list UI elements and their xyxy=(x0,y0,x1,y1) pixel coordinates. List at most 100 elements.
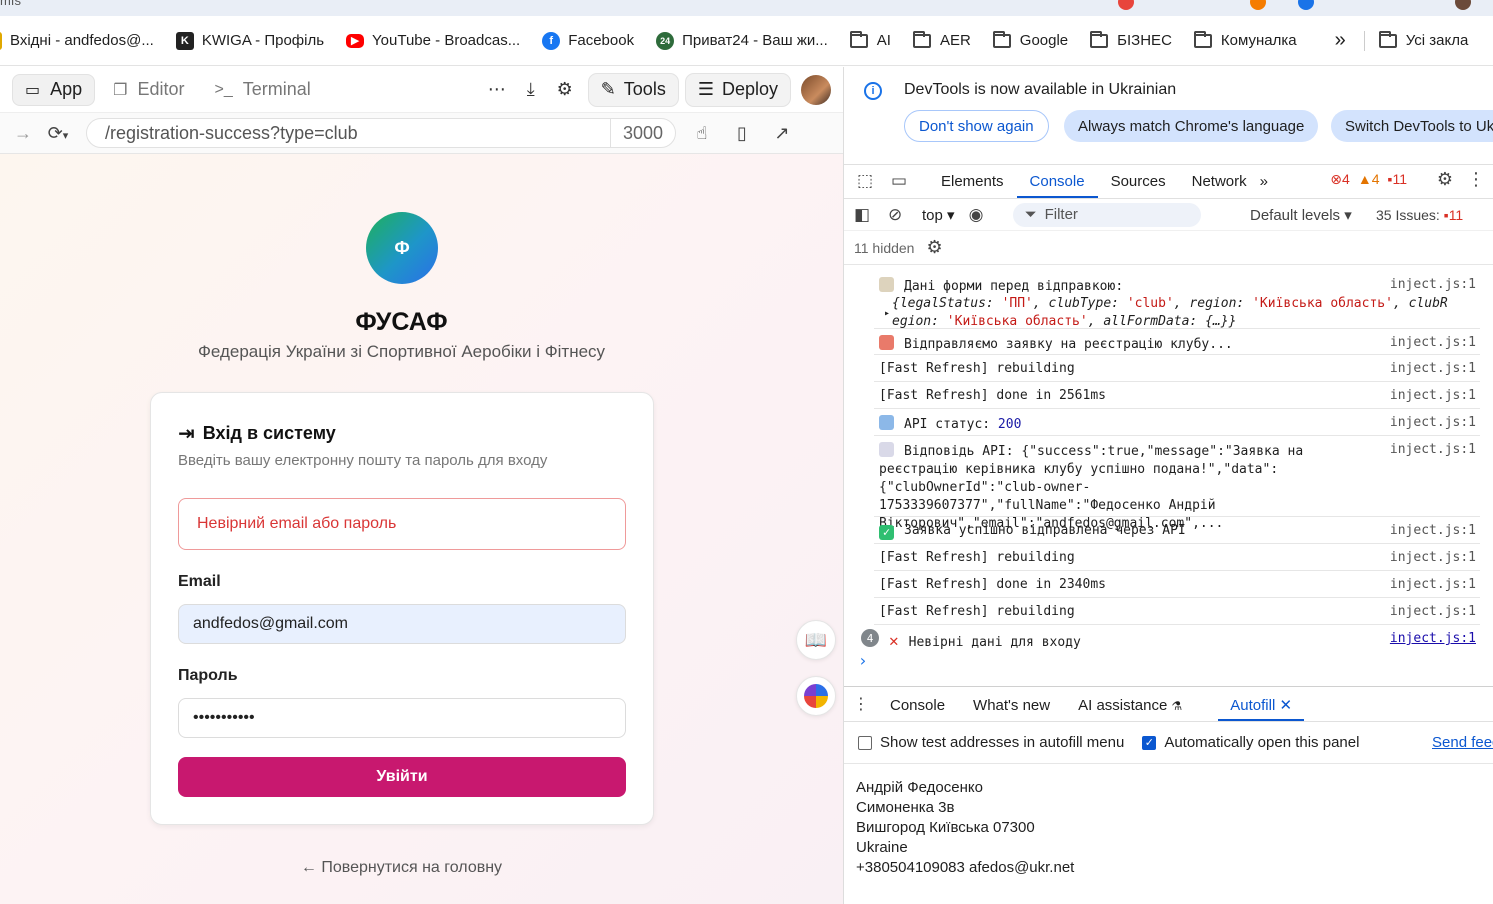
bookmarks-overflow-button[interactable]: » xyxy=(1335,29,1346,52)
close-icon[interactable]: ✕ xyxy=(1279,697,1292,714)
assistant-ball-icon[interactable] xyxy=(796,676,836,716)
download-icon[interactable]: ⤓ xyxy=(514,74,548,106)
console-message[interactable]: Відправляємо заявку на реєстрацію клубу.… xyxy=(874,329,1480,355)
gmail-icon xyxy=(0,31,2,50)
url-field[interactable]: /registration-success?type=club 3000 xyxy=(86,118,676,148)
object-preview[interactable]: ▸ {legalStatus: 'ПП', clubType: 'club', … xyxy=(884,295,1484,331)
console-filter-input[interactable]: ⏷ Filter xyxy=(1012,202,1201,227)
port-field[interactable]: 3000 xyxy=(609,119,675,147)
bookmark-folder-ai[interactable]: AI xyxy=(849,30,891,49)
bookmark-folder-aer[interactable]: AER xyxy=(912,30,971,49)
clear-console-icon[interactable]: ⊘ xyxy=(888,205,922,225)
message-source[interactable]: inject.js:1 xyxy=(1390,523,1476,538)
drawer-tab-whats-new[interactable]: What's new xyxy=(961,697,1062,721)
extension-icon[interactable] xyxy=(1298,0,1314,10)
console-message[interactable]: [Fast Refresh] done in 2561ms inject.js:… xyxy=(874,382,1480,409)
bookmark-kwiga[interactable]: K KWIGA - Профіль xyxy=(175,31,324,50)
facebook-icon: f xyxy=(542,31,561,50)
message-source[interactable]: inject.js:1 xyxy=(1390,361,1476,376)
deploy-button[interactable]: ☰ Deploy xyxy=(684,72,791,107)
message-source[interactable]: inject.js:1 xyxy=(1390,550,1476,565)
tab-editor[interactable]: ❐ Editor xyxy=(101,74,196,106)
book-icon[interactable]: 📖 xyxy=(796,620,836,660)
bookmark-folder-utilities[interactable]: Комуналка xyxy=(1193,30,1297,49)
issue-badges[interactable]: ⊗4 ▲4 ▪11 xyxy=(1330,171,1407,188)
bookmark-facebook[interactable]: f Facebook xyxy=(542,31,634,50)
bookmark-privat24[interactable]: 24 Приват24 - Ваш жи... xyxy=(656,31,828,50)
extension-icon[interactable] xyxy=(1250,0,1266,10)
settings-gear-icon[interactable]: ⚙ xyxy=(548,74,582,106)
message-source[interactable]: inject.js:1 xyxy=(1390,604,1476,619)
login-button[interactable]: Увійти xyxy=(178,757,626,797)
issues-counter[interactable]: 35 Issues: ▪11 xyxy=(1376,207,1463,223)
console-message[interactable]: ✕ Невірні дані для входу inject.js:1 xyxy=(884,625,1480,652)
bookmark-label: YouTube - Broadcas... xyxy=(372,32,521,49)
show-test-addresses-checkbox[interactable] xyxy=(858,735,872,750)
sidebar-toggle-icon[interactable]: ◧ xyxy=(854,205,888,225)
console-message[interactable]: [Fast Refresh] rebuilding inject.js:1 xyxy=(874,544,1480,571)
tab-elements[interactable]: Elements xyxy=(928,173,1017,198)
user-avatar[interactable] xyxy=(801,74,831,105)
send-feedback-link[interactable]: Send feed xyxy=(1432,734,1493,751)
tab-network[interactable]: Network xyxy=(1179,173,1260,198)
back-home-link[interactable]: ← Повернутися на головну xyxy=(0,859,803,877)
error-alert: Невірний email або пароль xyxy=(178,498,626,550)
tab-app[interactable]: ▭ App xyxy=(12,73,96,106)
tab-sources[interactable]: Sources xyxy=(1098,173,1179,198)
profile-avatar[interactable] xyxy=(1455,0,1471,10)
expand-triangle-icon[interactable]: ▸ xyxy=(884,305,890,323)
auto-open-panel-checkbox[interactable]: ✓ xyxy=(1142,735,1157,750)
bookmark-folder-business[interactable]: БІЗНЕС xyxy=(1090,30,1172,49)
tools-button[interactable]: ✎ Tools xyxy=(587,72,679,107)
pointer-hand-icon[interactable]: ☝ xyxy=(682,123,722,144)
drawer-menu-icon[interactable]: ⋮ xyxy=(844,694,878,721)
message-source[interactable]: inject.js:1 xyxy=(1390,335,1476,350)
bookmark-gmail[interactable]: Вхідні - andfedos@... xyxy=(0,31,154,50)
live-expression-eye-icon[interactable]: ◉ xyxy=(969,205,1003,225)
bookmark-youtube[interactable]: ▶ YouTube - Broadcas... xyxy=(346,32,520,49)
password-field[interactable]: ••••••••••• xyxy=(178,698,626,738)
tab-console[interactable]: Console xyxy=(1016,173,1098,198)
bookmark-label: AI xyxy=(876,32,891,49)
cross-mark-icon: ✕ xyxy=(889,631,899,650)
console-message[interactable]: ✓ Заявка успішно відправлена через API in… xyxy=(874,517,1480,544)
kebab-menu-icon[interactable]: ⋮ xyxy=(1467,169,1485,190)
message-source[interactable]: inject.js:1 xyxy=(1390,442,1476,457)
device-toggle-icon[interactable]: ▯ xyxy=(722,123,762,144)
message-source[interactable]: inject.js:1 xyxy=(1390,415,1476,430)
message-source-link[interactable]: inject.js:1 xyxy=(1390,631,1476,646)
console-settings-gear-icon[interactable]: ⚙ xyxy=(926,237,942,258)
context-selector[interactable]: top ▾ xyxy=(922,206,955,224)
url-path[interactable]: /registration-success?type=club xyxy=(87,123,610,144)
message-source[interactable]: inject.js:1 xyxy=(1390,388,1476,403)
message-source[interactable]: inject.js:1 xyxy=(1390,277,1476,292)
drawer-tab-autofill[interactable]: Autofill ✕ xyxy=(1218,696,1305,721)
console-message[interactable]: [Fast Refresh] rebuilding inject.js:1 xyxy=(874,598,1480,625)
message-source[interactable]: inject.js:1 xyxy=(1390,577,1476,592)
console-message[interactable]: [Fast Refresh] done in 2340ms inject.js:… xyxy=(874,571,1480,598)
match-language-button[interactable]: Always match Chrome's language xyxy=(1064,110,1319,142)
console-message[interactable]: Відповідь API: {"success":true,"message"… xyxy=(874,436,1480,531)
console-message[interactable]: Дані форми перед відправкою: ▸ {legalSta… xyxy=(874,271,1480,329)
open-external-icon[interactable]: ↗ xyxy=(762,123,802,144)
email-field[interactable]: andfedos@gmail.com xyxy=(178,604,626,644)
tab-terminal[interactable]: >_ Terminal xyxy=(203,74,323,106)
device-toolbar-icon[interactable]: ▭ xyxy=(882,164,916,198)
forward-arrow-icon[interactable]: → xyxy=(10,123,36,144)
more-tabs-icon[interactable]: » xyxy=(1260,173,1281,198)
drawer-tab-console[interactable]: Console xyxy=(878,697,957,721)
log-levels-dropdown[interactable]: Default levels ▾ xyxy=(1250,206,1352,224)
switch-language-button[interactable]: Switch DevTools to Uk xyxy=(1331,110,1493,142)
more-options-icon[interactable]: ⋯ xyxy=(480,74,514,106)
all-bookmarks-folder[interactable]: Усі закла xyxy=(1378,30,1468,49)
settings-gear-icon[interactable]: ⚙ xyxy=(1437,169,1453,190)
console-message[interactable]: [Fast Refresh] rebuilding inject.js:1 xyxy=(874,355,1480,382)
bookmark-folder-google[interactable]: Google xyxy=(992,30,1068,49)
reload-icon[interactable]: ⟳▾ xyxy=(36,123,80,144)
drawer-tab-ai-assistance[interactable]: AI assistance ⚗ xyxy=(1066,697,1194,721)
dont-show-again-button[interactable]: Don't show again xyxy=(904,110,1049,142)
console-message[interactable]: API статус: 200 inject.js:1 xyxy=(874,409,1480,436)
console-prompt-chevron-icon[interactable]: › xyxy=(858,651,868,670)
inspect-element-icon[interactable]: ⬚ xyxy=(848,164,882,198)
extension-icon[interactable] xyxy=(1118,0,1134,10)
